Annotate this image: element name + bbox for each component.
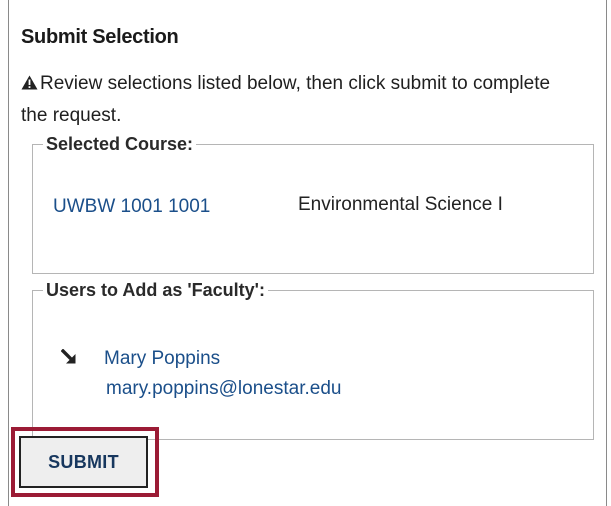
page-title: Submit Selection [21, 26, 179, 48]
user-name-link[interactable]: Mary Poppins [104, 348, 220, 370]
review-notice-text: Review selections listed below, then cli… [21, 73, 551, 126]
users-to-add-legend: Users to Add as 'Faculty': [46, 280, 265, 300]
course-code-link[interactable]: UWBW 1001 1001 [53, 196, 210, 218]
submit-button[interactable]: SUBMIT [19, 436, 148, 488]
selected-course-legend: Selected Course: [46, 134, 194, 154]
user-email: mary.poppins@lonestar.edu [106, 378, 342, 399]
review-notice: Review selections listed below, then cli… [21, 68, 561, 132]
course-title: Environmental Science I [298, 194, 503, 215]
users-to-add-group: Users to Add as 'Faculty': Mary Poppins … [32, 280, 594, 440]
arrow-down-right-icon [61, 349, 76, 364]
warning-triangle-icon [21, 75, 38, 90]
selected-course-group: Selected Course: UWBW 1001 1001 Environm… [32, 134, 594, 274]
